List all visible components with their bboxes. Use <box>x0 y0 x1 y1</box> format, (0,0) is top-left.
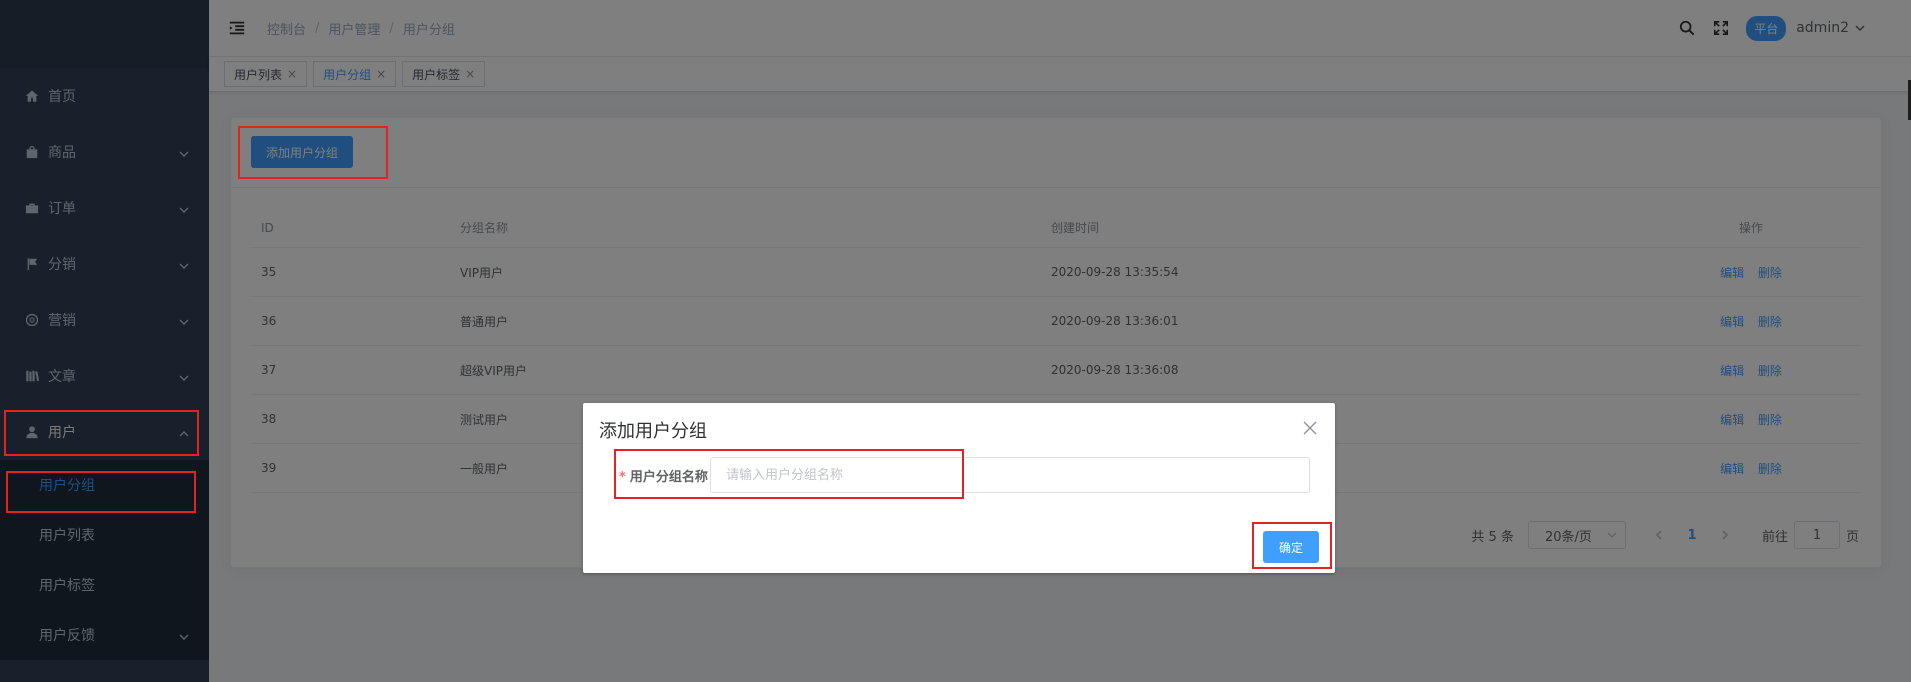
group-name-label: * 用户分组名称 <box>619 466 710 485</box>
group-name-label-text: 用户分组名称 <box>629 469 708 485</box>
close-icon[interactable] <box>1303 421 1317 435</box>
group-name-input[interactable] <box>710 457 1310 493</box>
modal-overlay[interactable] <box>0 0 1911 682</box>
dialog-title: 添加用户分组 <box>599 421 707 442</box>
add-user-group-dialog: 添加用户分组 *用户分组名称 确定 <box>583 403 1335 573</box>
required-mark: * <box>619 469 626 485</box>
confirm-button[interactable]: 确定 <box>1263 531 1319 563</box>
form-item-group-name: * 用户分组名称 <box>619 457 1310 493</box>
